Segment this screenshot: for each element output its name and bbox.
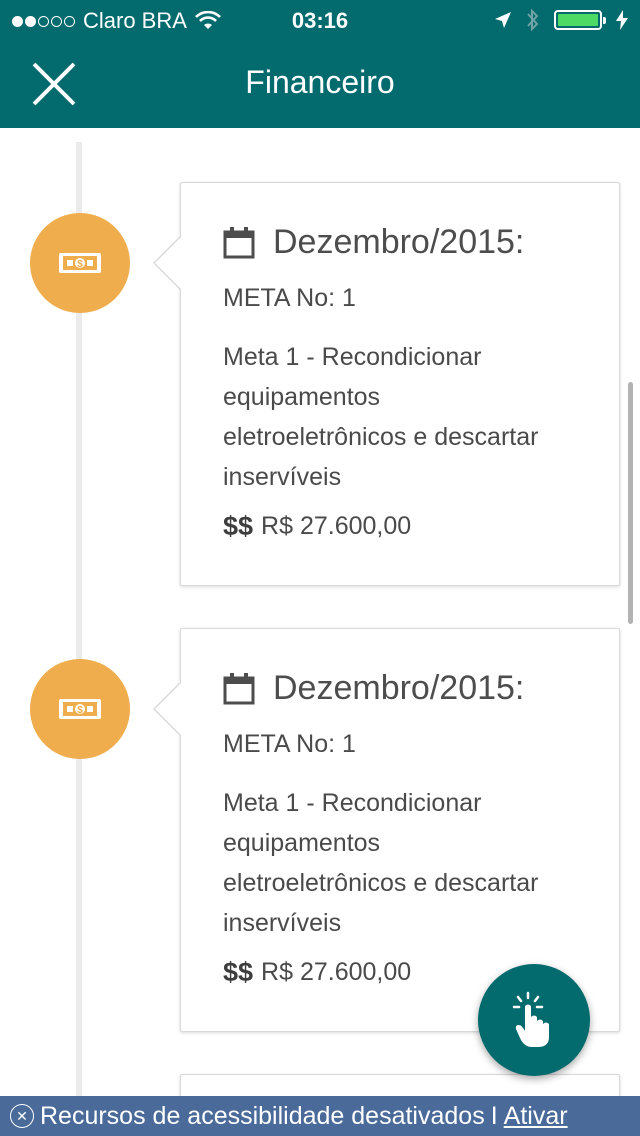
card-meta: META No: 1: [223, 730, 356, 758]
card-description: Meta 1 - Recondicionar equipamentos elet…: [223, 789, 539, 937]
scrollbar[interactable]: [628, 382, 633, 624]
card-date: Dezembro/2015:: [273, 223, 525, 261]
currency-symbol: $$: [223, 511, 254, 541]
navigation-bar: Financeiro: [0, 40, 640, 128]
status-right: [494, 8, 628, 32]
svg-text:$: $: [77, 259, 83, 270]
card-meta: META No: 1: [223, 284, 356, 312]
card-date-row: Dezembro/2015:: [223, 223, 595, 262]
money-icon: $: [30, 213, 130, 313]
card-description: Meta 1 - Recondicionar equipamentos elet…: [223, 343, 539, 491]
card-value: R$ 27.600,00: [261, 512, 412, 540]
page-title: Financeiro: [245, 64, 395, 100]
card-date: Dezembro/2015:: [273, 669, 525, 707]
card-value-row: $$ R$ 27.600,00: [223, 511, 595, 542]
bluetooth-icon: [527, 8, 539, 32]
calendar-icon: [223, 672, 255, 704]
card-value: R$ 27.600,00: [261, 958, 412, 986]
battery-icon: [554, 10, 606, 30]
status-bar: Claro BRA 03:16: [0, 0, 640, 40]
money-icon: $: [30, 659, 130, 759]
tap-action-button[interactable]: [478, 964, 590, 1076]
tap-hand-icon: [512, 991, 549, 1047]
charging-bolt-icon: [616, 10, 628, 30]
location-arrow-icon: [495, 12, 511, 28]
currency-symbol: $$: [223, 957, 254, 987]
card-date-row: Dezembro/2015:: [223, 669, 595, 708]
battery-level: [558, 14, 598, 26]
activate-link[interactable]: Ativar: [504, 1102, 568, 1131]
accessibility-message: Recursos de acessibilidade desativados: [40, 1101, 485, 1130]
app-screen: Claro BRA 03:16 Financeiro $ Dezembro/20…: [0, 0, 640, 1136]
svg-text:$: $: [77, 705, 83, 716]
timeline-card[interactable]: Dezembro/2015: META No: 1 Meta 1 - Recon…: [153, 182, 620, 586]
separator: I: [490, 1101, 498, 1130]
accessibility-banner: ✕ Recursos de acessibilidade desativados…: [0, 1096, 640, 1136]
calendar-icon: [223, 226, 255, 258]
close-circle-icon[interactable]: ✕: [10, 1104, 34, 1128]
